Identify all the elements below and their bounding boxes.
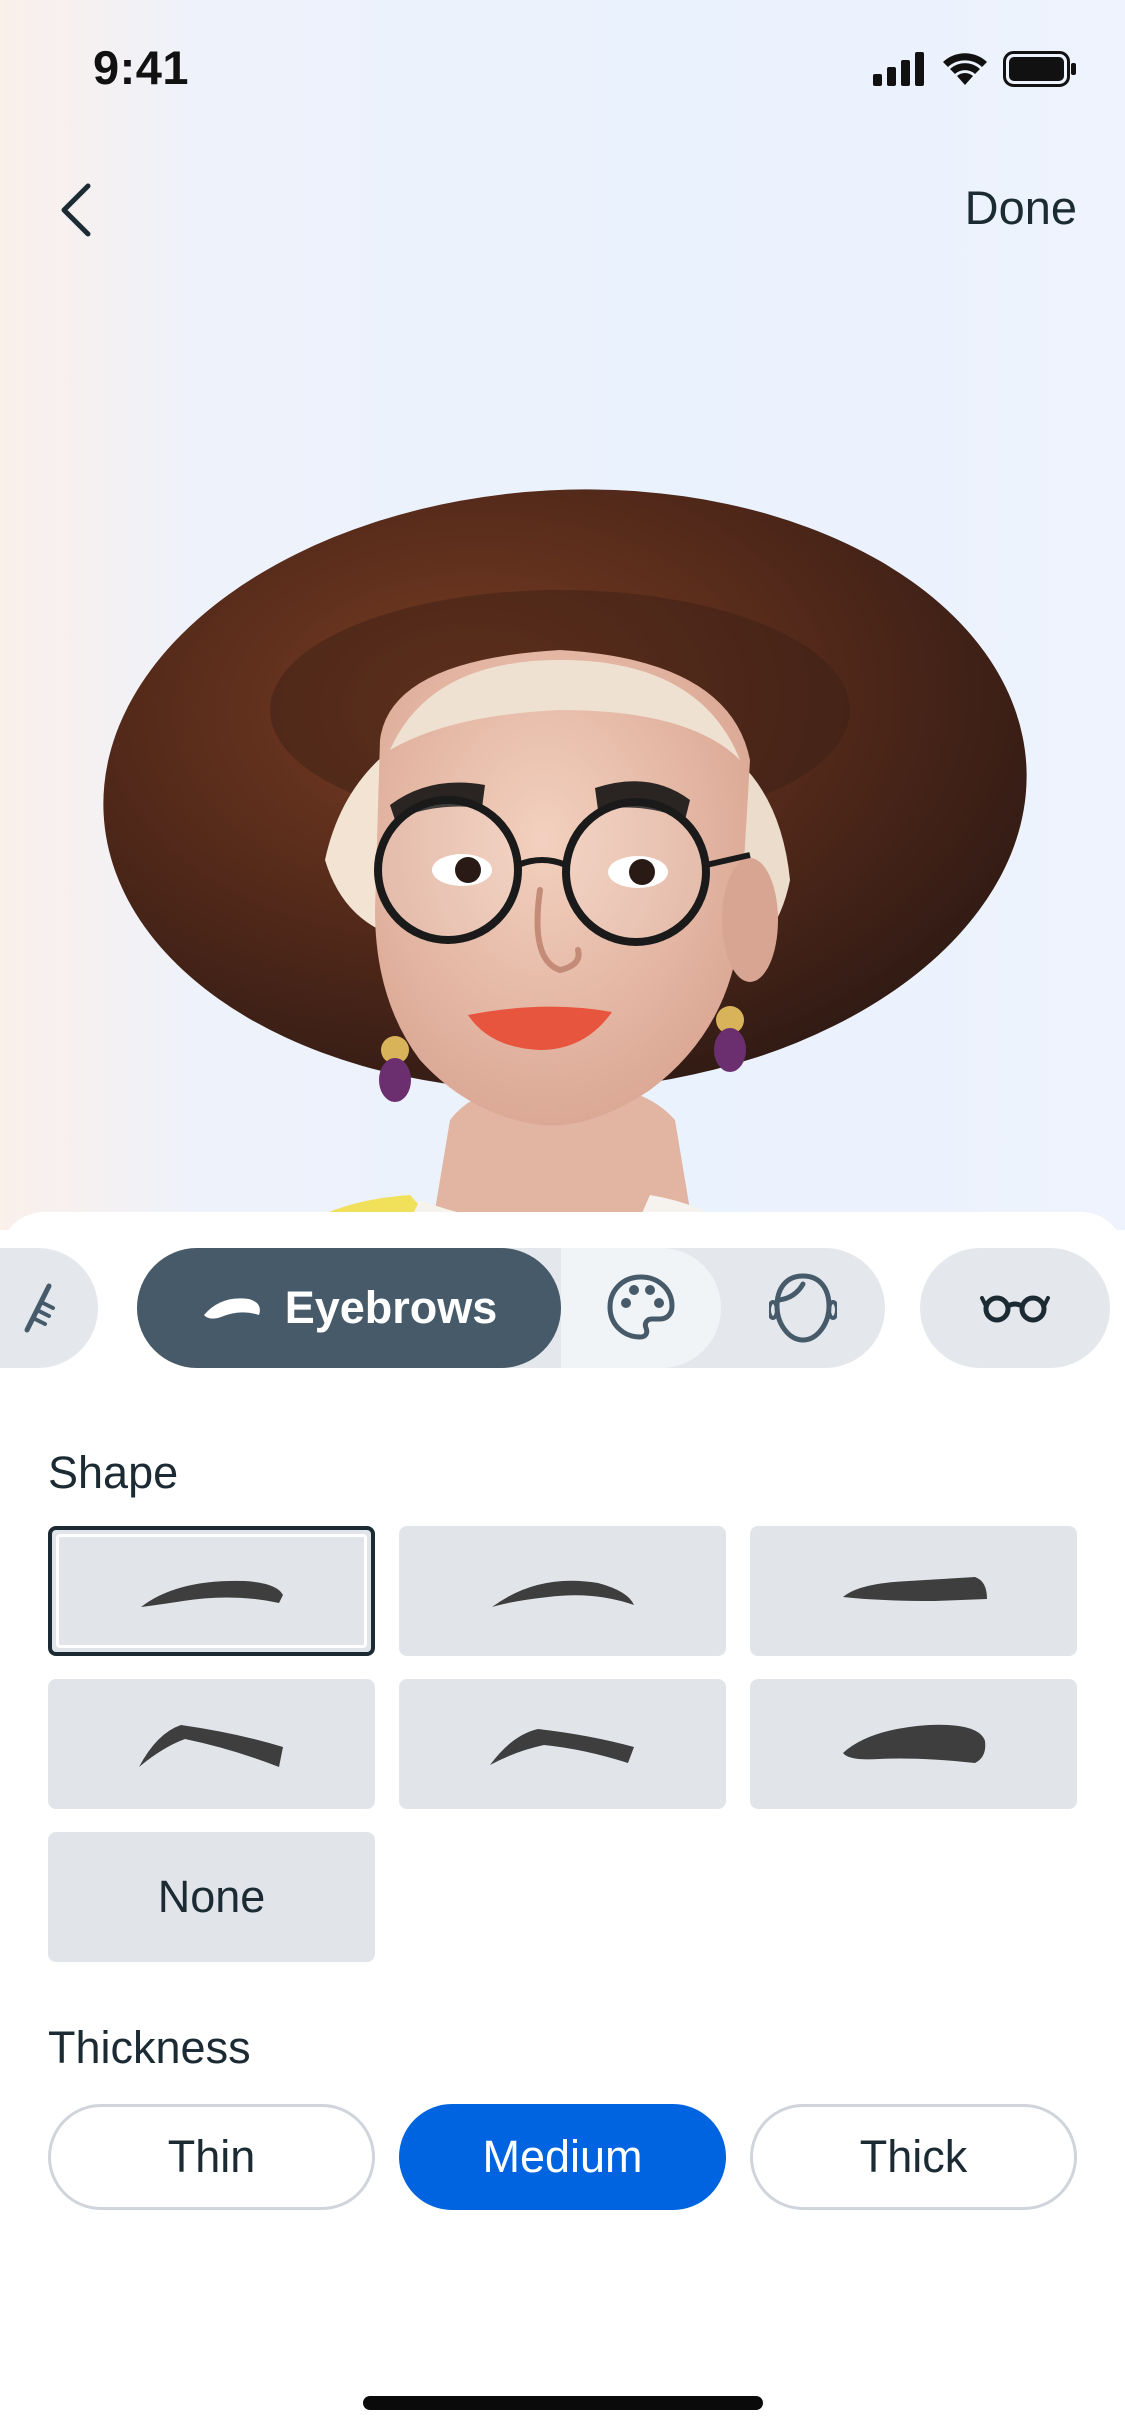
thickness-medium-button[interactable]: Medium [399,2104,726,2210]
shape-option-3[interactable] [750,1526,1077,1656]
eyebrow-icon [203,1298,260,1319]
avatar-preview-area: 9:41 Done [0,0,1125,1230]
glasses-icon [980,1295,1050,1323]
eyebrow-shape-1-icon [140,1580,283,1607]
shape-option-2[interactable] [399,1526,726,1656]
avatar-image [103,489,1027,1230]
shape-option-5[interactable] [399,1679,726,1809]
wifi-icon [943,53,987,85]
editor-sheet: Eyebrows Shape None Thickness [0,1212,1125,2436]
thickness-thick-button[interactable]: Thick [750,2104,1077,2210]
thickness-section-title: Thickness [48,2022,251,2073]
eyebrow-shape-5-icon [489,1729,634,1765]
tab-eyebrows-label: Eyebrows [284,1282,498,1333]
shape-none-label: None [157,1871,266,1922]
tab-hair[interactable] [0,1248,98,1368]
eyebrow-shape-4-icon [138,1725,283,1767]
hair-icon [24,1283,55,1333]
eyebrow-shape-6-icon [842,1724,985,1763]
shape-option-1[interactable] [48,1526,375,1656]
eyebrow-shape-3-icon [842,1577,987,1601]
battery-icon [1003,51,1076,87]
chevron-left-icon [61,183,91,237]
status-time: 9:41 [93,41,190,94]
cellular-signal-icon [873,52,924,86]
shape-section-title: Shape [48,1447,179,1498]
palette-icon [607,1274,675,1340]
shape-option-6[interactable] [750,1679,1077,1809]
back-button[interactable] [44,178,108,242]
tab-face[interactable] [721,1248,885,1368]
eyebrow-shape-2-icon [491,1580,634,1607]
status-bar: 9:41 [0,0,1125,140]
done-button[interactable]: Done [965,180,1077,235]
tab-eyebrows[interactable]: Eyebrows [137,1248,561,1368]
tab-color[interactable] [561,1248,721,1368]
tab-glasses[interactable] [920,1248,1110,1368]
face-icon [769,1273,837,1343]
category-tabs: Eyebrows [0,1248,1125,1370]
thickness-thin-button[interactable]: Thin [48,2104,375,2210]
shape-option-4[interactable] [48,1679,375,1809]
nav-bar: Done [0,160,1125,260]
home-indicator [363,2396,763,2410]
status-icons [873,48,1077,90]
shape-option-none[interactable]: None [48,1832,375,1962]
